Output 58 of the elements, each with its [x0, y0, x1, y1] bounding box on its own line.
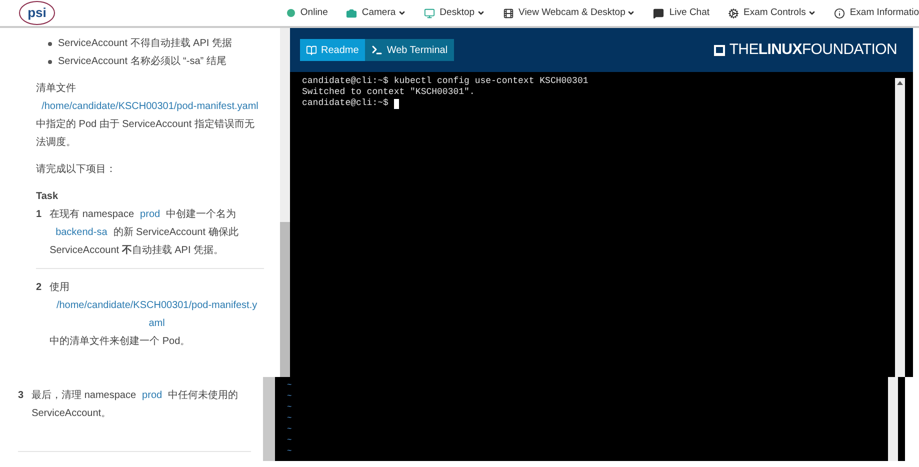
- code-term: prod: [142, 390, 162, 401]
- terminal-line: Switched to context "KSCH00301".: [302, 87, 475, 98]
- task-number: 1: [36, 208, 42, 222]
- psi-logo: psi: [19, 1, 55, 25]
- nav-item[interactable]: Exam Controls: [728, 6, 816, 20]
- task-text: 在现有 namespace prod 中创建一个名为 backend-sa 的新 ServiceAccount 确保此 ServiceAccount 不自动挂载 API 凭据。: [50, 208, 240, 258]
- chat-icon: [653, 8, 664, 18]
- gears-icon: [728, 8, 739, 18]
- tab[interactable]: Web Terminal: [364, 39, 454, 61]
- scroll-up-icon: [897, 81, 903, 85]
- caret-icon: [476, 9, 485, 17]
- bullet-icon: [48, 60, 52, 64]
- code-term: prod: [140, 209, 160, 220]
- nav-item[interactable]: Camera: [346, 6, 406, 20]
- task-number: 3: [18, 389, 24, 403]
- vim-tilde: ~: [287, 413, 292, 424]
- vim-tilde: ~: [287, 391, 292, 402]
- nav-item[interactable]: Live Chat: [653, 6, 710, 20]
- vim-tilde: ~: [287, 424, 292, 435]
- logo-icon: [714, 44, 726, 56]
- vim-tilde: ~: [287, 435, 292, 446]
- nav-item[interactable]: Exam Informatio: [834, 6, 919, 20]
- task-text: 使用 /home/candidate/KSCH00301/pod-manifest.yaml 中的清单文件来创建一个 Pod。: [50, 279, 264, 351]
- brand-logo-text: THELINUXFOUNDATION: [729, 40, 897, 60]
- code-term: backend-sa: [56, 227, 108, 238]
- info-icon: [834, 8, 845, 18]
- vim-tilde: ~: [287, 446, 292, 457]
- file-path: /home/candidate/KSCH00301/pod-manifest.yaml: [40, 100, 260, 114]
- requirement-text: ServiceAccount 名称必须以 “-sa” 结尾: [58, 54, 226, 69]
- monitor-icon: [424, 8, 435, 18]
- book-icon: [306, 44, 317, 56]
- scrollbar[interactable]: [895, 78, 905, 377]
- scrollbar[interactable]: [263, 377, 275, 461]
- film-icon: [502, 8, 514, 18]
- terminal-icon: [370, 44, 383, 56]
- nav-item[interactable]: Desktop: [424, 6, 485, 20]
- terminal-line: candidate@cli:~$ kubectl config use-context KSCH00301: [302, 76, 588, 87]
- caret-icon: [808, 9, 816, 17]
- caret-icon: [627, 9, 636, 17]
- scrollbar-thumb[interactable]: [280, 222, 290, 377]
- file-path: /home/candidate/KSCH00301/pod-manifest.yaml: [55, 299, 258, 331]
- vim-tilde: ~: [287, 380, 292, 391]
- nav-item[interactable]: View Webcam & Desktop: [502, 6, 636, 20]
- manifest-note: 中指定的 Pod 由于 ServiceAccount 指定错误而无法调度。: [36, 118, 256, 150]
- nav-item[interactable]: Online: [287, 6, 328, 20]
- manifest-label: 清单文件: [36, 82, 77, 96]
- terminal-line: candidate@cli:~$: [302, 98, 388, 109]
- caret-icon: [398, 9, 406, 17]
- bullet-icon: [48, 42, 52, 46]
- task-number: 2: [36, 281, 42, 295]
- requirement-text: ServiceAccount 不得自动挂载 API 凭据: [58, 36, 232, 51]
- vim-tilde: ~: [287, 402, 292, 413]
- task-text: 最后，清理 namespace prod 中任何未使用的 ServiceAccount。: [32, 388, 240, 421]
- instruction-text: 请完成以下项目：: [36, 162, 117, 177]
- scrollbar[interactable]: [280, 28, 290, 377]
- task-heading: Task: [36, 190, 60, 204]
- scrollbar[interactable]: [888, 377, 898, 461]
- camera-icon: [346, 8, 357, 18]
